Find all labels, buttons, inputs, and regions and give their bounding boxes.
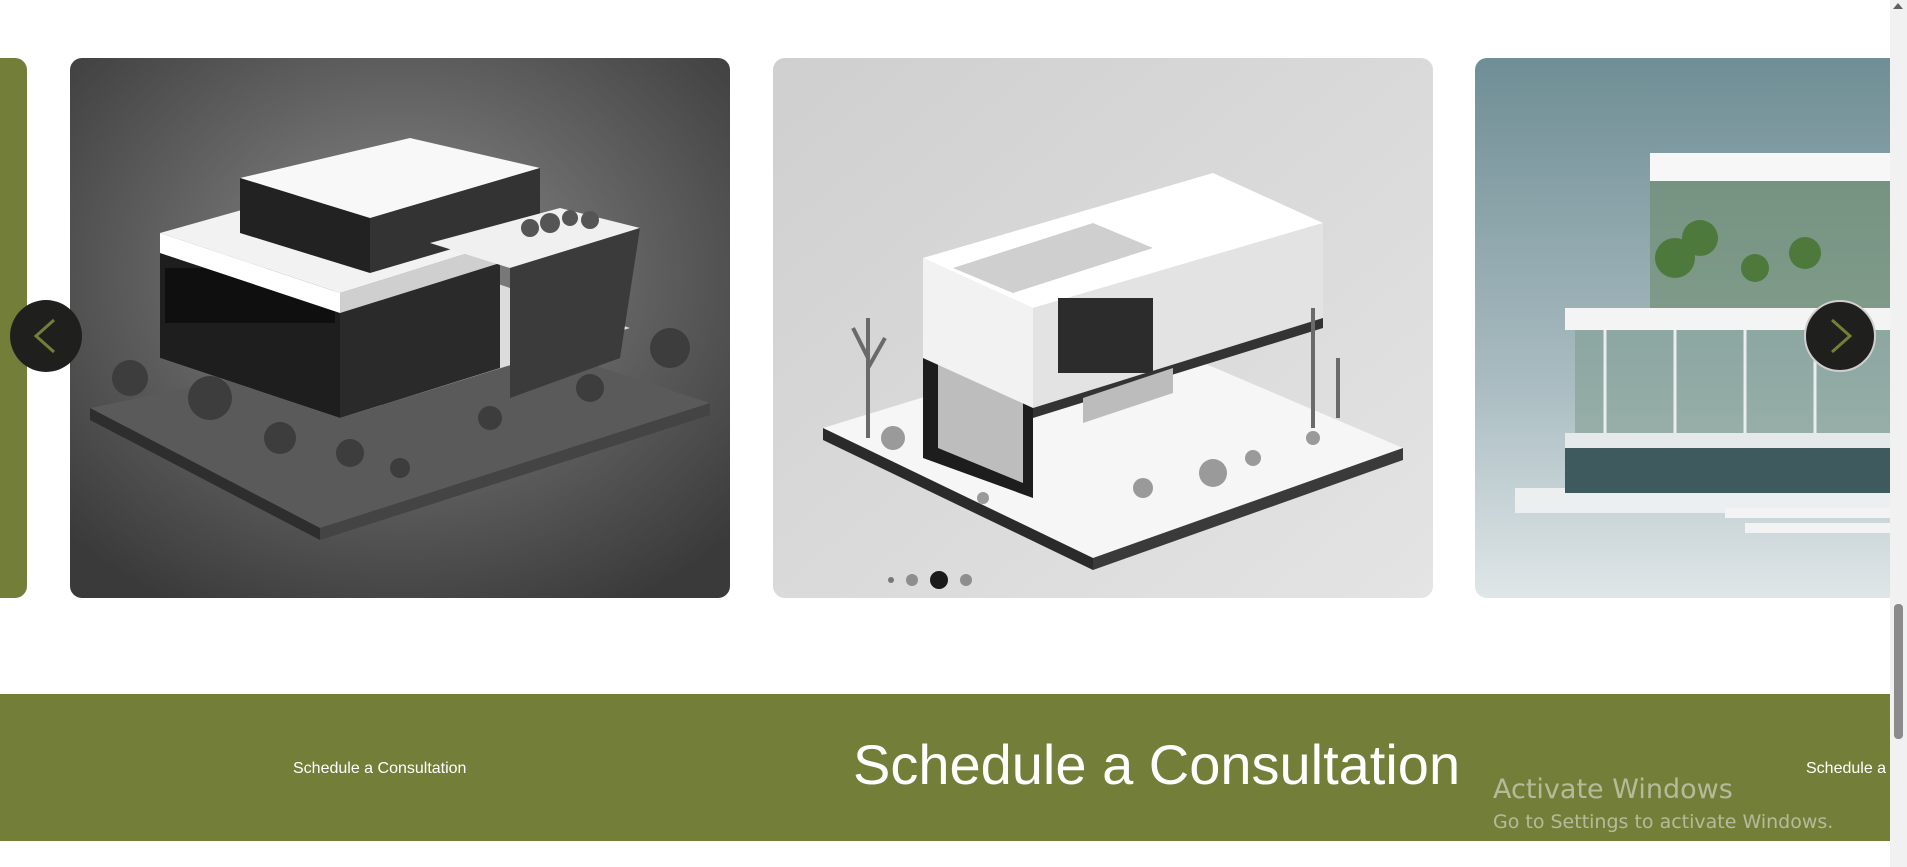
windows-activation-watermark: Activate Windows Go to Settings to activ… xyxy=(1493,774,1833,833)
carousel-dot-4[interactable] xyxy=(960,574,972,586)
image-carousel xyxy=(0,0,1890,640)
chevron-right-icon xyxy=(1831,318,1853,354)
scroll-up-arrow-icon[interactable] xyxy=(1893,3,1903,9)
carousel-dot-2[interactable] xyxy=(906,574,918,586)
carousel-prev-button[interactable] xyxy=(10,300,82,372)
carousel-slide-2[interactable] xyxy=(773,58,1433,598)
watermark-line-1: Activate Windows xyxy=(1493,774,1733,805)
consultation-title[interactable]: Schedule a Consultation xyxy=(853,732,1460,797)
carousel-pagination xyxy=(888,571,972,589)
building-render-light-image xyxy=(773,58,1433,598)
carousel-dot-3-active[interactable] xyxy=(930,571,948,589)
scrollbar-thumb[interactable] xyxy=(1894,604,1903,739)
carousel-slide-1[interactable] xyxy=(70,58,730,598)
watermark-line-2: Go to Settings to activate Windows. xyxy=(1493,811,1834,833)
page-scrollbar[interactable] xyxy=(1890,0,1907,867)
chevron-left-icon xyxy=(33,318,55,354)
carousel-next-button[interactable] xyxy=(1804,300,1876,372)
carousel-dot-1[interactable] xyxy=(888,577,894,583)
building-render-dark-image xyxy=(70,58,730,598)
consultation-link-left[interactable]: Schedule a Consultation xyxy=(293,760,466,778)
